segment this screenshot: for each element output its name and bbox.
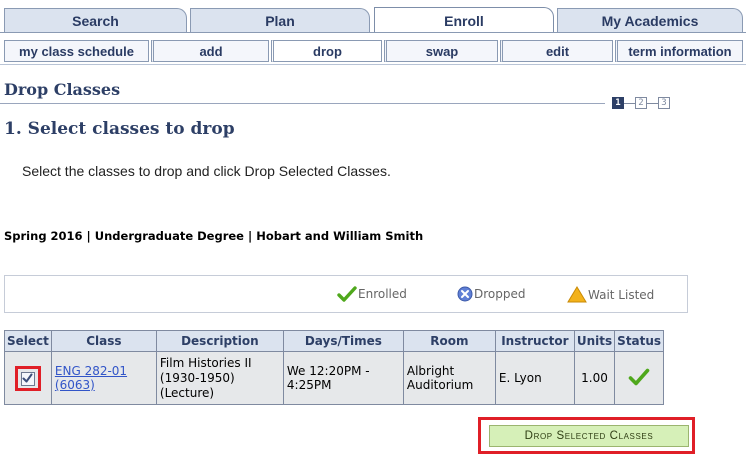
subtab-term-information[interactable]: term information [615, 40, 743, 62]
sub-tab-bar: my class schedule add drop swap edit ter… [0, 40, 746, 64]
column-header-class: Class [50, 330, 157, 352]
page-title: Drop Classes [4, 80, 121, 99]
enrolled-check-icon [337, 286, 357, 302]
legend-enrolled: Enrolled [337, 286, 407, 302]
column-header-days-times: Days/Times [282, 330, 404, 352]
column-header-instructor: Instructor [494, 330, 575, 352]
main-tab-bar: Search Plan Enroll My Academics [0, 0, 746, 33]
term-career-institution: Spring 2016 | Undergraduate Degree | Hob… [4, 229, 424, 243]
room-cell: Albright Auditorium [402, 351, 496, 405]
instructor-cell: E. Lyon [494, 351, 575, 405]
tab-bar-divider [0, 32, 746, 33]
status-legend: Enrolled Dropped Wait Listed [4, 275, 688, 313]
instructions-text: Select the classes to drop and click Dro… [22, 163, 391, 179]
description-cell: Film Histories II (1930-1950) (Lecture) [155, 351, 284, 405]
units-cell: 1.00 [573, 351, 616, 405]
wait-listed-warning-icon [567, 286, 587, 303]
step-2: 2 [635, 97, 647, 109]
sub-tab-divider [0, 64, 746, 65]
column-header-description: Description [155, 330, 284, 352]
checkmark-icon [22, 373, 33, 383]
tab-search[interactable]: Search [4, 8, 187, 32]
subtab-drop[interactable]: drop [271, 40, 382, 62]
legend-wait-listed: Wait Listed [567, 286, 654, 303]
room-line1: Albright [406, 364, 455, 378]
subtab-add[interactable]: add [151, 40, 269, 62]
step-connector [624, 102, 635, 104]
subtab-my-class-schedule[interactable]: my class schedule [4, 40, 149, 62]
class-table: Select Class Description Days/Times Room… [4, 330, 665, 405]
class-code: ENG 282-01 [54, 364, 128, 378]
table-row: ENG 282-01 (6063) Film Histories II (193… [4, 351, 665, 405]
column-header-room: Room [402, 330, 496, 352]
days-times-cell: We 12:20PM - 4:25PM [282, 351, 404, 405]
days-times-line1: We 12:20PM - [286, 364, 370, 378]
dropped-x-icon [457, 286, 473, 302]
tab-my-academics[interactable]: My Academics [557, 8, 743, 32]
legend-dropped: Dropped [457, 286, 526, 302]
step-1: 1 [612, 97, 624, 109]
description-title: Film Histories II [159, 355, 252, 370]
legend-enrolled-label: Enrolled [358, 287, 407, 301]
description-years: (1930-1950) [159, 370, 235, 385]
step-indicator: 1 2 3 [612, 94, 670, 112]
tab-plan[interactable]: Plan [190, 8, 370, 32]
select-checkbox[interactable] [20, 371, 35, 386]
room-line2: Auditorium [406, 378, 474, 392]
enrolled-status-icon [628, 368, 650, 385]
column-header-units: Units [573, 330, 616, 352]
subtab-edit[interactable]: edit [500, 40, 613, 62]
legend-wait-listed-label: Wait Listed [588, 287, 655, 302]
step-connector [647, 102, 658, 104]
table-header-row: Select Class Description Days/Times Room… [4, 330, 665, 352]
column-header-status: Status [614, 330, 665, 352]
class-number: (6063) [54, 378, 95, 392]
title-rule [0, 103, 605, 104]
drop-selected-classes-button[interactable]: Drop Selected Classes [489, 425, 689, 447]
description-component: (Lecture) [159, 385, 215, 400]
select-checkbox-highlight [14, 365, 41, 391]
status-cell [614, 351, 665, 405]
days-times-line2: 4:25PM [286, 378, 332, 392]
tab-enroll[interactable]: Enroll [374, 7, 554, 33]
class-link[interactable]: ENG 282-01 (6063) [55, 364, 127, 392]
legend-dropped-label: Dropped [474, 287, 526, 301]
class-cell: ENG 282-01 (6063) [50, 351, 157, 405]
subtab-swap[interactable]: swap [384, 40, 498, 62]
select-cell [4, 351, 52, 405]
column-header-select: Select [4, 330, 52, 352]
step-heading: 1. Select classes to drop [4, 119, 235, 139]
step-3: 3 [658, 97, 670, 109]
